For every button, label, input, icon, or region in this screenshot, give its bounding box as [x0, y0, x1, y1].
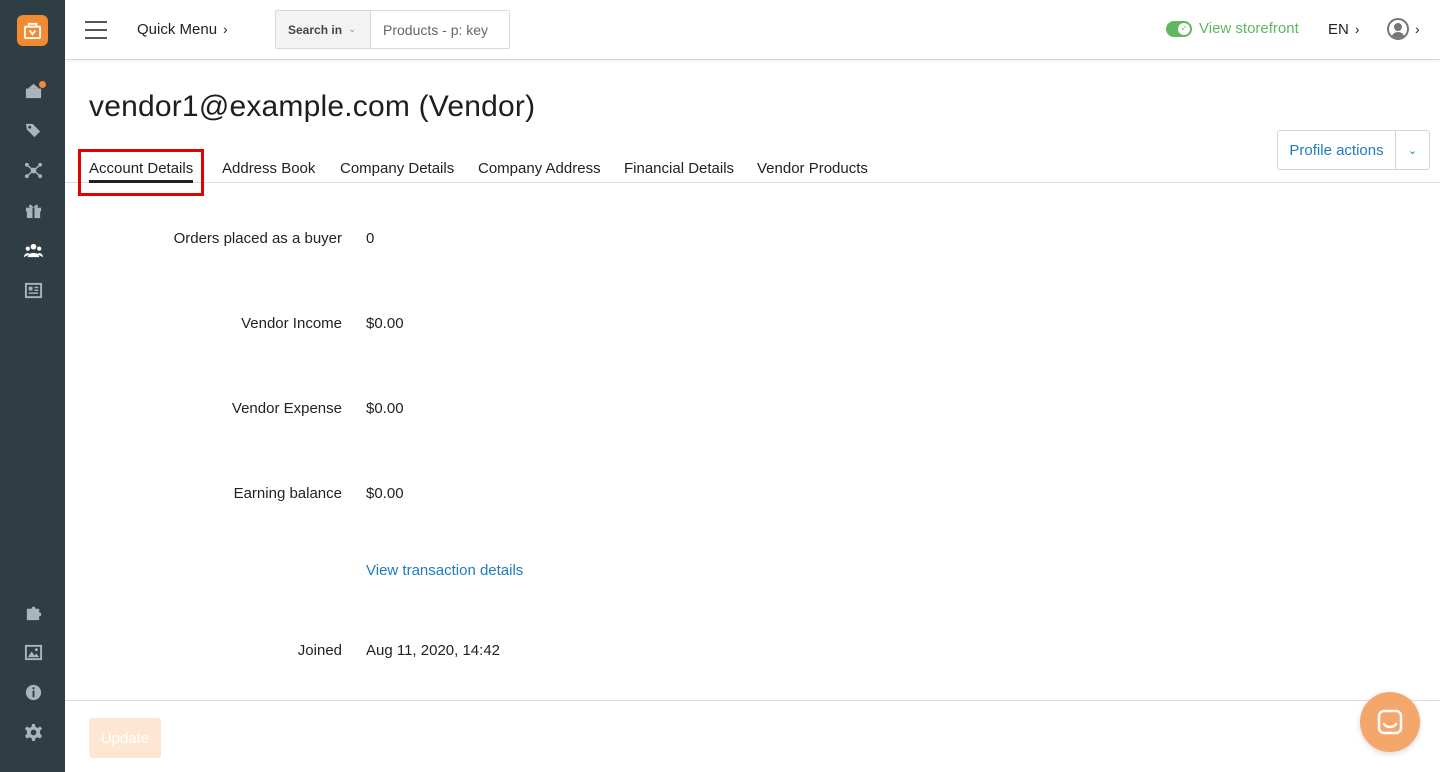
vendor-income-label: Vendor Income [241, 315, 342, 332]
chat-widget-icon[interactable] [1360, 692, 1420, 752]
vendor-expense-value: $0.00 [366, 400, 404, 417]
vendor-expense-label: Vendor Expense [231, 400, 342, 417]
top-bar: Quick Menu › Search in ⌄ ✓ View storefron… [65, 0, 1440, 60]
earning-balance-value: $0.00 [366, 485, 404, 502]
language-label: EN [1328, 21, 1349, 38]
page-title: vendor1@example.com (Vendor) [89, 90, 536, 123]
hamburger-menu-icon[interactable] [85, 19, 107, 39]
puzzle-icon[interactable] [22, 601, 44, 623]
chevron-right-icon: › [1415, 21, 1420, 37]
image-icon[interactable] [22, 641, 44, 663]
user-menu[interactable]: › [1387, 18, 1420, 40]
vendor-income-value: $0.00 [366, 315, 404, 332]
storefront-toggle-icon[interactable]: ✓ [1166, 20, 1192, 37]
highlight-box [78, 149, 204, 196]
tags-icon[interactable] [22, 119, 44, 141]
users-icon[interactable] [22, 239, 44, 261]
gear-icon[interactable] [22, 721, 44, 743]
view-storefront-link[interactable]: ✓ View storefront [1166, 20, 1299, 37]
view-transaction-details-link[interactable]: View transaction details [366, 562, 523, 579]
search-input[interactable] [371, 11, 509, 48]
chevron-down-icon: ⌄ [348, 24, 357, 35]
notification-badge [39, 81, 46, 88]
tab-vendor-products[interactable]: Vendor Products [757, 160, 868, 177]
joined-label: Joined [297, 642, 342, 659]
chevron-right-icon: › [1354, 21, 1360, 37]
tab-company-address[interactable]: Company Address [478, 160, 601, 177]
quick-menu-label: Quick Menu [137, 21, 218, 38]
tab-financial-details[interactable]: Financial Details [624, 160, 734, 177]
quick-menu-button[interactable]: Quick Menu › [137, 21, 228, 38]
search-bar: Search in ⌄ [275, 10, 510, 49]
orders-value: 0 [366, 230, 375, 247]
joined-value: Aug 11, 2020, 14:42 [366, 642, 501, 659]
tab-company-details[interactable]: Company Details [340, 160, 454, 177]
earning-balance-label: Earning balance [233, 485, 342, 502]
update-button[interactable]: Update [89, 718, 161, 758]
tab-bar: Account Details Address Book Company Det… [65, 150, 1440, 183]
sidebar [0, 0, 65, 772]
view-storefront-label: View storefront [1199, 20, 1299, 37]
network-icon[interactable] [22, 159, 44, 181]
tab-address-book[interactable]: Address Book [222, 160, 315, 177]
search-in-dropdown[interactable]: Search in ⌄ [276, 11, 371, 48]
chevron-right-icon: › [223, 21, 228, 37]
newspaper-icon[interactable] [22, 279, 44, 301]
info-icon[interactable] [22, 681, 44, 703]
gift-icon[interactable] [22, 199, 44, 221]
check-icon: ✓ [1178, 22, 1190, 35]
user-avatar-icon [1387, 18, 1409, 40]
footer-bar: Update [65, 700, 1440, 772]
search-in-label: Search in [288, 22, 343, 37]
logo-icon[interactable] [17, 15, 48, 46]
language-selector[interactable]: EN › [1328, 21, 1360, 38]
orders-label: Orders placed as a buyer [173, 230, 342, 247]
